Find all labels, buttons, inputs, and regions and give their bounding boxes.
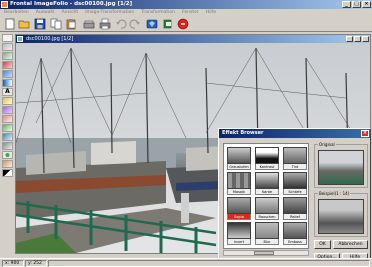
select-tool-icon[interactable] <box>2 34 13 42</box>
effect-thumb-sepia[interactable]: Sepia <box>227 197 251 220</box>
effect-label: Mosaik <box>227 189 251 195</box>
ok-button[interactable]: OK <box>314 240 331 249</box>
effekt-browser-title-bar: Effekt Browser × <box>219 129 370 138</box>
document-title-bar: dsc00100.jpg [1/2] <box>16 35 370 43</box>
effect-label: Emboss <box>283 239 307 245</box>
undo-icon[interactable] <box>115 18 127 30</box>
effect-thumb-mosaik[interactable]: Mosaik <box>227 172 251 195</box>
effect-label: Kante <box>255 189 279 195</box>
filter-icon[interactable] <box>146 18 158 30</box>
effect-thumb-invert[interactable]: Invert <box>227 222 251 245</box>
effect-thumb-blur[interactable]: Blur <box>255 222 279 245</box>
effect-thumb-emboss[interactable]: Emboss <box>283 222 307 245</box>
help-icon[interactable] <box>162 18 174 30</box>
toolbar <box>0 16 372 32</box>
scan-icon[interactable] <box>83 18 95 30</box>
effect-label: Graustufen <box>227 164 251 170</box>
effect-thumb-kante[interactable]: Kante <box>255 172 279 195</box>
original-preview-image <box>318 150 364 185</box>
status-y: y: 252 <box>25 260 47 267</box>
menu-item-transformation[interactable]: Transformation <box>141 9 175 16</box>
menu-item-bearbeiten[interactable]: Bearbeiten <box>4 9 29 16</box>
menu-item-ansicht[interactable]: Ansicht <box>62 9 79 16</box>
document-title: dsc00100.jpg [1/2] <box>26 36 74 42</box>
zoom-tool-icon[interactable] <box>2 151 13 159</box>
color-swatch-icon[interactable] <box>2 169 13 177</box>
exit-icon[interactable] <box>177 18 189 30</box>
doc-maximize-button[interactable] <box>354 36 361 42</box>
print-icon[interactable] <box>99 18 111 30</box>
close-button[interactable]: × <box>362 1 371 8</box>
effect-thumb-tint[interactable]: Tint <box>283 147 307 170</box>
original-preview-group: Original <box>314 142 368 188</box>
crop-tool-icon[interactable] <box>2 61 13 69</box>
move-tool-icon[interactable] <box>2 43 13 51</box>
effect-thumb-graustufen[interactable]: Graustufen <box>227 147 251 170</box>
effekt-browser-title: Effekt Browser <box>222 130 264 136</box>
menu-bar: Bearbeiten Auswahl Ansicht Image-Transfo… <box>0 9 372 16</box>
app-icon <box>1 1 8 8</box>
doc-minimize-button[interactable] <box>346 36 353 42</box>
fill-tool-icon[interactable] <box>2 106 13 114</box>
effekt-browser-dialog: Effekt Browser × Graustufen Kontrast Tin… <box>218 128 371 264</box>
app-title-bar: Frontal ImageFolio - dsc00100.jpg [1/2] … <box>0 0 372 9</box>
menu-item-auswahl[interactable]: Auswahl <box>36 9 55 16</box>
sample-preview-image <box>318 199 364 234</box>
paste-icon[interactable] <box>65 18 77 30</box>
doc-close-button[interactable] <box>362 36 369 42</box>
effect-thumb-kontrast[interactable]: Kontrast <box>255 147 279 170</box>
dropper-tool-icon[interactable] <box>2 142 13 150</box>
eraser-tool-icon[interactable] <box>2 115 13 123</box>
gradient-tool-icon[interactable] <box>2 79 13 87</box>
status-message <box>48 260 370 267</box>
dialog-close-icon[interactable]: × <box>361 130 369 137</box>
minimize-button[interactable]: _ <box>342 1 351 8</box>
new-icon[interactable] <box>4 18 16 30</box>
effect-label: Kontrast <box>255 164 279 170</box>
sample-preview-group: Beispiel(1 : 14) <box>314 191 368 237</box>
effect-label: Tint <box>283 164 307 170</box>
menu-item-image-transformation[interactable]: Image-Transformation <box>85 9 134 16</box>
text-tool-icon[interactable]: A <box>2 88 13 96</box>
app-title: Frontal ImageFolio - dsc00100.jpg [1/2] <box>10 1 133 7</box>
hand-tool-icon[interactable] <box>2 160 13 168</box>
lasso-tool-icon[interactable] <box>2 52 13 60</box>
menu-item-fenster[interactable]: Fenster <box>182 9 199 16</box>
save-icon[interactable] <box>34 18 46 30</box>
open-icon[interactable] <box>18 18 30 30</box>
effect-thumb-rauschen[interactable]: Rauschen <box>255 197 279 220</box>
effect-label: Rauschen <box>255 214 279 220</box>
effect-grid-scrollbar[interactable] <box>223 250 309 256</box>
status-x: x: 900 <box>2 260 24 267</box>
effect-label: Invert <box>227 239 251 245</box>
pencil-tool-icon[interactable] <box>2 97 13 105</box>
document-icon <box>17 36 23 42</box>
copy-icon[interactable] <box>50 18 62 30</box>
effect-label: Schärfe <box>283 189 307 195</box>
effect-thumbnail-grid: Graustufen Kontrast Tint Mosaik Kante Sc… <box>223 143 309 249</box>
maximize-button[interactable]: □ <box>352 1 361 8</box>
brush-tool-icon[interactable] <box>2 70 13 78</box>
redo-icon[interactable] <box>129 18 141 30</box>
effect-label: Relief <box>283 214 307 220</box>
sample-preview-label: Beispiel(1 : 14) <box>318 191 351 196</box>
original-label: Original <box>318 142 336 147</box>
menu-item-hilfe[interactable]: Hilfe <box>206 9 216 16</box>
toolbox: A <box>2 34 13 182</box>
effect-label: Blur <box>255 239 279 245</box>
effect-label: Sepia <box>227 214 251 220</box>
effect-thumb-relief[interactable]: Relief <box>283 197 307 220</box>
stamp-tool-icon[interactable] <box>2 124 13 132</box>
effect-thumb-schaerfe[interactable]: Schärfe <box>283 172 307 195</box>
status-bar: x: 900 y: 252 <box>0 258 372 267</box>
abbrechen-button[interactable]: Abbrechen <box>333 240 368 249</box>
blur-tool-icon[interactable] <box>2 133 13 141</box>
